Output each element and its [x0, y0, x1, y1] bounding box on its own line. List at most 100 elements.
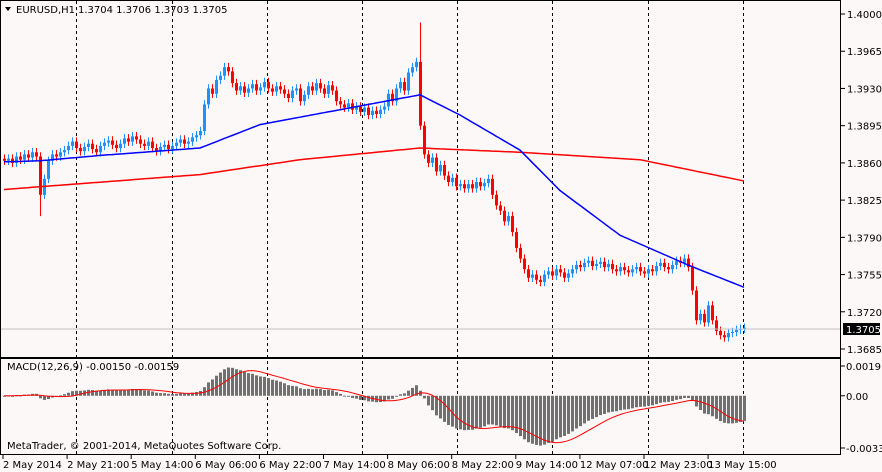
macd-histogram-bar	[631, 395, 634, 409]
macd-label: MACD(12,26,9) -0.00150 -0.00159	[7, 362, 179, 373]
bullish-candle	[595, 263, 598, 267]
time-tick-label: 12 May 07:00	[580, 460, 649, 471]
bullish-candle	[87, 143, 90, 147]
bearish-candle	[335, 90, 338, 102]
macd-histogram-bar	[671, 395, 674, 402]
macd-histogram-bar	[119, 390, 122, 396]
bullish-candle	[47, 160, 50, 179]
bullish-candle	[295, 88, 298, 91]
bearish-candle	[331, 85, 334, 91]
macd-histogram-bar	[259, 376, 262, 396]
macd-histogram-bar	[283, 383, 286, 396]
bullish-candle	[191, 137, 194, 142]
bearish-candle	[39, 156, 42, 195]
macd-histogram-bar	[495, 395, 498, 426]
macd-histogram-bar	[319, 389, 322, 396]
bearish-candle	[211, 88, 214, 94]
bullish-candle	[219, 75, 222, 80]
dropdown-triangle-icon[interactable]	[5, 7, 11, 11]
bullish-candle	[187, 141, 190, 144]
bullish-candle	[567, 273, 570, 278]
bullish-candle	[371, 110, 374, 116]
macd-histogram	[3, 367, 746, 446]
ohlc-values: 1.3704 1.3706 1.3703 1.3705	[78, 5, 228, 16]
price-tick-label: 1.3965	[847, 47, 882, 58]
macd-histogram-bar	[639, 395, 642, 407]
bullish-candle	[575, 264, 578, 270]
bearish-candle	[479, 182, 482, 187]
macd-histogram-bar	[559, 395, 562, 438]
current-price-badge: 1.3705	[843, 323, 881, 336]
macd-histogram-bar	[599, 395, 602, 416]
macd-histogram-bar	[215, 375, 218, 396]
macd-histogram-bar	[663, 395, 666, 403]
bullish-candle	[31, 152, 34, 158]
bullish-candle	[483, 183, 486, 187]
time-tick-label: 2 May 21:00	[67, 460, 129, 471]
bearish-candle	[367, 107, 370, 116]
macd-histogram-bar	[587, 395, 590, 421]
bullish-candle	[487, 178, 490, 184]
macd-histogram-bar	[299, 388, 302, 396]
bullish-candle	[407, 72, 410, 91]
macd-histogram-bar	[555, 395, 558, 440]
bullish-candle	[123, 138, 126, 144]
macd-histogram-bar	[155, 392, 158, 396]
fast-moving-average-line	[3, 94, 745, 288]
bearish-candle	[579, 264, 582, 268]
macd-histogram-bar	[411, 387, 414, 396]
macd-histogram-bar	[347, 395, 350, 397]
macd-histogram-bar	[127, 389, 130, 396]
macd-histogram-bar	[159, 393, 162, 396]
macd-histogram-bar	[567, 395, 570, 434]
chart-header[interactable]: EURUSD,H1 1.3704 1.3706 1.3703 1.3705	[5, 5, 228, 16]
bearish-candle	[719, 330, 722, 336]
bearish-candle	[443, 165, 446, 176]
price-tick-label: 1.3720	[847, 308, 882, 319]
macd-histogram-bar	[615, 395, 618, 412]
bullish-candle	[439, 165, 442, 172]
bullish-candle	[171, 145, 174, 150]
bearish-candle	[55, 154, 58, 157]
bearish-candle	[75, 141, 78, 148]
bullish-candle	[379, 109, 382, 114]
time-tick-label: 13 May 15:00	[708, 460, 777, 471]
bearish-candle	[471, 184, 474, 189]
bullish-candle	[583, 262, 586, 268]
bearish-candle	[95, 149, 98, 153]
macd-histogram-bar	[391, 395, 394, 399]
macd-histogram-bar	[511, 395, 514, 431]
bearish-candle	[339, 101, 342, 105]
macd-histogram-bar	[659, 395, 662, 403]
bearish-candle	[535, 274, 538, 280]
bearish-candle	[455, 177, 458, 187]
bearish-candle	[299, 88, 302, 102]
macd-histogram-bar	[171, 394, 174, 396]
macd-histogram-bar	[623, 395, 626, 410]
macd-histogram-bar	[387, 395, 390, 400]
macd-histogram-bar	[431, 395, 434, 411]
bearish-candle	[287, 93, 290, 99]
bullish-candle	[315, 83, 318, 91]
bearish-candle	[271, 88, 274, 92]
macd-histogram-bar	[563, 395, 566, 436]
time-tick-label: 2 May 2014	[3, 460, 62, 471]
bearish-candle	[551, 271, 554, 276]
bearish-candle	[343, 104, 346, 108]
macd-histogram-bar	[607, 395, 610, 413]
bullish-candle	[223, 67, 226, 76]
bullish-candle	[415, 61, 418, 68]
macd-tick-label: -0.00335	[846, 444, 882, 455]
bearish-candle	[319, 83, 322, 89]
bullish-candle	[459, 184, 462, 187]
bullish-candle	[467, 184, 470, 189]
macd-axis: 0.00191 0.00 -0.00335	[841, 362, 882, 455]
macd-histogram-bar	[79, 390, 82, 396]
macd-histogram-bar	[531, 395, 534, 444]
bullish-candle	[251, 84, 254, 89]
bullish-candle	[587, 260, 590, 263]
bearish-candle	[35, 152, 38, 157]
bullish-candle	[431, 157, 434, 163]
bearish-candle	[723, 335, 726, 338]
bearish-candle	[231, 71, 234, 84]
